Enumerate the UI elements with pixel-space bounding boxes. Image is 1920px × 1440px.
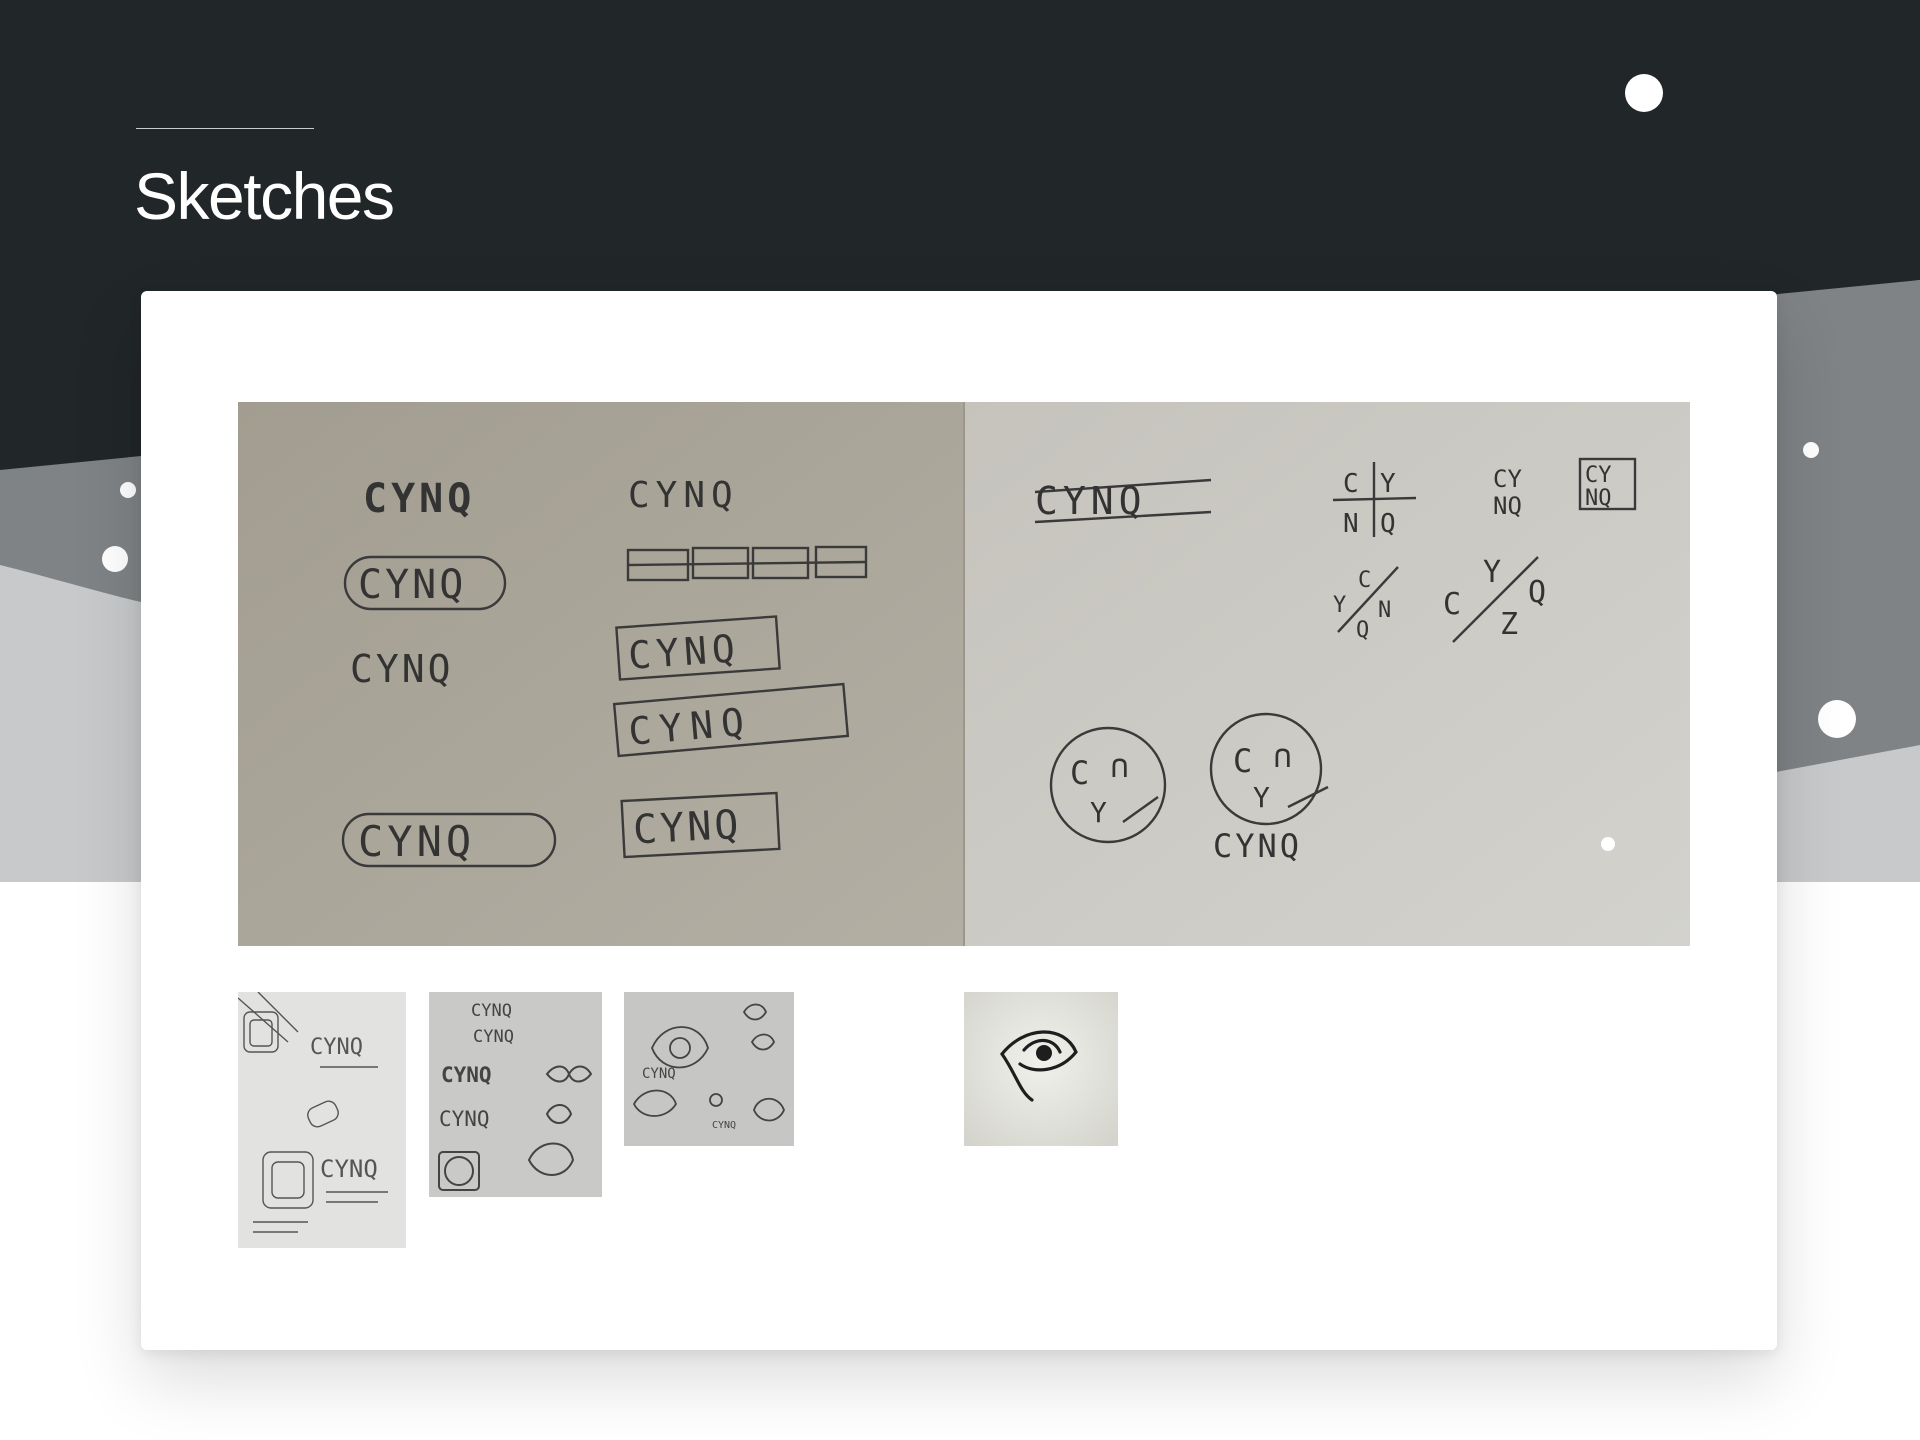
decor-dot xyxy=(1625,74,1663,112)
decor-dot xyxy=(102,546,128,572)
svg-text:CYNQ: CYNQ xyxy=(441,1063,492,1087)
svg-text:CYNQ: CYNQ xyxy=(358,817,475,866)
svg-text:CYNQ: CYNQ xyxy=(1213,827,1302,865)
hero-sketch-image[interactable]: CYNQ CYNQ CYNQ CYNQ CYNQ CYNQ CYNQ CYNQ xyxy=(238,402,1690,946)
svg-text:CYNQ: CYNQ xyxy=(632,802,743,854)
thumbnail-eye-symbol-final[interactable] xyxy=(964,992,1118,1146)
svg-text:Y: Y xyxy=(1253,781,1270,814)
svg-text:CYNQ: CYNQ xyxy=(473,1027,514,1047)
sketches-card: CYNQ CYNQ CYNQ CYNQ CYNQ CYNQ CYNQ CYNQ xyxy=(141,291,1777,1350)
svg-text:Y: Y xyxy=(1380,469,1396,499)
svg-text:CYNQ: CYNQ xyxy=(320,1155,378,1183)
svg-text:Q: Q xyxy=(1528,575,1546,610)
svg-text:C: C xyxy=(1343,469,1359,499)
thumbnail-sketch-page-monogram[interactable]: CYNQ CYNQ xyxy=(238,992,406,1248)
decor-dot xyxy=(1803,442,1819,458)
svg-text:∩: ∩ xyxy=(1273,737,1292,775)
decor-dot xyxy=(120,482,136,498)
decor-dot xyxy=(1818,700,1856,738)
svg-text:C: C xyxy=(1358,568,1371,593)
svg-text:CYNQ: CYNQ xyxy=(642,1066,676,1082)
header-rule xyxy=(136,128,314,129)
svg-text:CY: CY xyxy=(1585,463,1612,488)
svg-text:NQ: NQ xyxy=(1585,486,1612,511)
svg-text:CYNQ: CYNQ xyxy=(471,1001,512,1021)
svg-text:CYNQ: CYNQ xyxy=(363,476,475,522)
svg-text:Y: Y xyxy=(1333,593,1346,618)
page-title: Sketches xyxy=(134,159,395,233)
svg-text:CYNQ: CYNQ xyxy=(627,626,741,678)
svg-text:C: C xyxy=(1070,754,1089,792)
svg-text:N: N xyxy=(1378,598,1391,623)
svg-text:C: C xyxy=(1233,742,1252,780)
svg-text:CYNQ: CYNQ xyxy=(310,1035,363,1060)
svg-text:CYNQ: CYNQ xyxy=(712,1120,736,1131)
thumbnail-sketch-page-eye-concepts[interactable]: CYNQ CYNQ xyxy=(624,992,794,1146)
svg-text:CYNQ: CYNQ xyxy=(1035,479,1147,523)
svg-text:CYNQ: CYNQ xyxy=(439,1107,490,1131)
svg-text:NQ: NQ xyxy=(1493,492,1522,520)
svg-text:Y: Y xyxy=(1090,796,1107,829)
svg-text:CY: CY xyxy=(1493,465,1522,493)
svg-text:CYNQ: CYNQ xyxy=(628,475,739,516)
svg-text:C: C xyxy=(1443,587,1461,622)
svg-text:CYNQ: CYNQ xyxy=(350,647,454,691)
svg-text:Y: Y xyxy=(1483,555,1501,590)
svg-text:Z: Z xyxy=(1500,607,1518,642)
svg-text:N: N xyxy=(1343,509,1359,539)
svg-text:Q: Q xyxy=(1380,509,1396,539)
svg-text:Q: Q xyxy=(1356,618,1369,643)
svg-text:∩: ∩ xyxy=(1110,747,1129,785)
svg-text:CYNQ: CYNQ xyxy=(358,562,466,608)
thumbnail-sketch-page-wordmarks[interactable]: CYNQ CYNQ CYNQ CYNQ xyxy=(429,992,602,1197)
